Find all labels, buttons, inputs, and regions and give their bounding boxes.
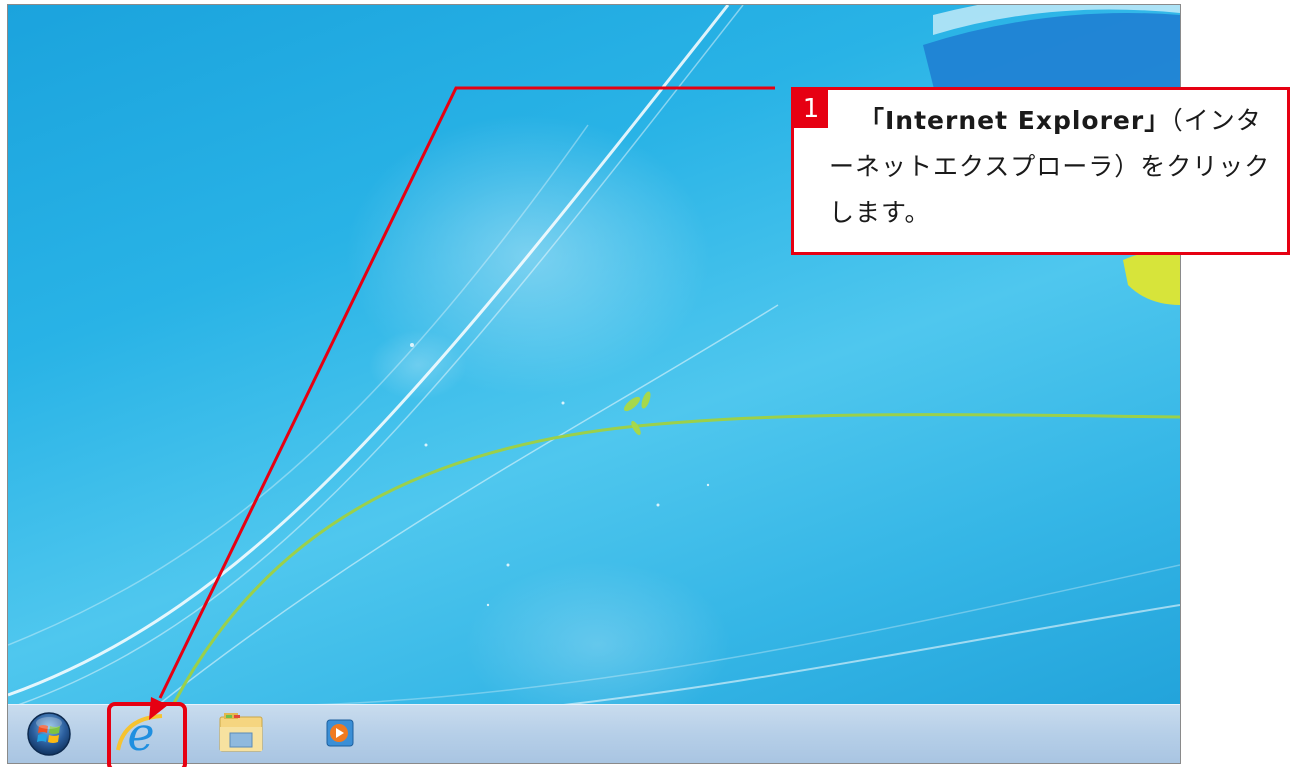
instruction-text: 「Internet Explorer」（インターネットエクスプローラ）をクリック… (829, 98, 1277, 236)
step-number-badge: 1 (794, 90, 828, 128)
instruction-callout: 1 「Internet Explorer」（インターネットエクスプローラ）をクリ… (791, 87, 1290, 255)
windows-explorer-folder-icon (219, 713, 263, 752)
windows-explorer-taskbar-button[interactable] (208, 709, 274, 759)
ie-highlight-box (107, 702, 187, 767)
windows-media-player-taskbar-button[interactable] (308, 709, 374, 759)
windows-media-player-icon (326, 719, 354, 747)
start-button[interactable] (16, 709, 82, 759)
windows-start-orb-icon (27, 712, 71, 756)
target-label: 「Internet Explorer」 (859, 106, 1171, 135)
tutorial-screenshot: e 1 「Internet Explorer」（インターネットエクスプローラ）を… (0, 0, 1290, 767)
